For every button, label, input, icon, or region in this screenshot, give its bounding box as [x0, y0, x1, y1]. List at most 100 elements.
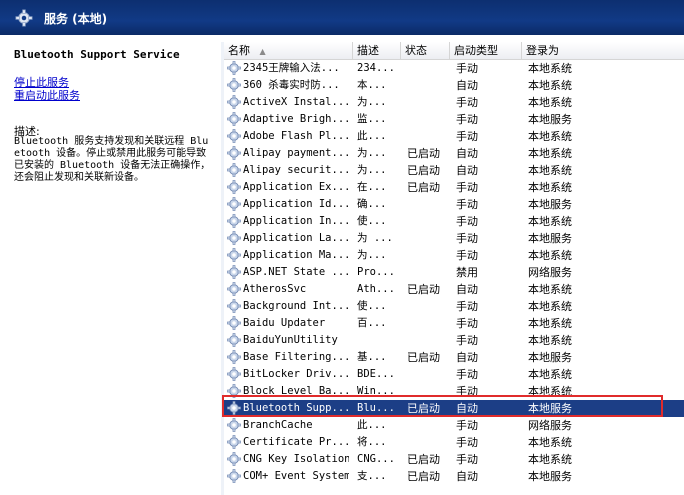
column-header-status[interactable]: 状态	[401, 42, 450, 59]
service-login-as: 本地系统	[528, 181, 572, 194]
service-desc: 在...	[357, 181, 387, 193]
restart-service-link[interactable]: 重启动此服务	[14, 87, 80, 103]
table-row[interactable]: Application Ma... 为... 手动 本地系统	[224, 247, 684, 264]
service-gear-icon	[227, 94, 243, 111]
service-desc	[357, 332, 401, 349]
service-status	[407, 434, 451, 451]
service-gear-icon	[227, 196, 243, 213]
service-desc: 百...	[357, 317, 387, 329]
table-row[interactable]: BranchCache 此... 手动 网络服务	[224, 417, 684, 434]
service-name: Base Filtering...	[243, 351, 349, 363]
service-status	[407, 196, 451, 213]
service-startup-type: 手动	[456, 181, 478, 194]
service-name: Alipay securit...	[243, 164, 349, 176]
service-gear-icon	[227, 230, 243, 247]
table-row[interactable]: Certificate Pr... 将... 手动 本地系统	[224, 434, 684, 451]
service-status	[407, 315, 451, 332]
service-gear-icon	[227, 451, 243, 468]
service-startup-type: 手动	[456, 317, 478, 330]
table-row[interactable]: Alipay securit... 为... 已启动 自动 本地系统	[224, 162, 684, 179]
service-desc: 为...	[357, 96, 387, 108]
table-row[interactable]: Background Int... 使... 手动 本地系统	[224, 298, 684, 315]
service-name: BaiduYunUtility	[243, 334, 338, 346]
service-status	[407, 264, 451, 281]
service-login-as: 本地系统	[528, 62, 572, 75]
service-name: Application La...	[243, 232, 349, 244]
table-row[interactable]: Application La... 为 ... 手动 本地服务	[224, 230, 684, 247]
service-gear-icon	[227, 315, 243, 332]
table-row[interactable]: Application Ex... 在... 已启动 手动 本地系统	[224, 179, 684, 196]
service-name: AtherosSvc	[243, 283, 307, 295]
service-startup-type: 手动	[456, 215, 478, 228]
service-name: Application Id...	[243, 198, 349, 210]
service-name: Certificate Pr...	[243, 436, 349, 448]
service-login-as: 本地系统	[528, 300, 572, 313]
service-startup-type: 手动	[456, 334, 478, 347]
service-desc: 此...	[357, 419, 387, 431]
table-row[interactable]: Application In... 使... 手动 本地系统	[224, 213, 684, 230]
service-gear-icon	[227, 264, 243, 281]
table-row[interactable]: ActiveX Instal... 为... 手动 本地系统	[224, 94, 684, 111]
service-desc: 将...	[357, 436, 387, 448]
service-startup-type: 手动	[456, 232, 478, 245]
service-status	[407, 417, 451, 434]
service-desc: BDE...	[357, 368, 395, 380]
table-row[interactable]: Base Filtering... 基... 已启动 自动 本地服务	[224, 349, 684, 366]
service-gear-icon	[227, 298, 243, 315]
service-status	[407, 230, 451, 247]
list-header: 名称 ▲ 描述 状态 启动类型 登录为	[224, 42, 684, 60]
service-startup-type: 自动	[456, 470, 478, 483]
table-row[interactable]: Adobe Flash Pl... 此... 手动 本地系统	[224, 128, 684, 145]
service-status: 已启动	[407, 164, 440, 177]
column-header-desc[interactable]: 描述	[353, 42, 401, 59]
table-row[interactable]: Baidu Updater 百... 手动 本地系统	[224, 315, 684, 332]
service-gear-icon	[227, 162, 243, 179]
service-name: Background Int...	[243, 300, 349, 312]
table-row[interactable]: CNG Key Isolation CNG... 已启动 手动 本地系统	[224, 451, 684, 468]
table-row[interactable]: 2345王牌输入法... 234... 手动 本地系统	[224, 60, 684, 77]
column-header-login[interactable]: 登录为	[522, 42, 684, 59]
service-status: 已启动	[407, 351, 440, 364]
services-list: 名称 ▲ 描述 状态 启动类型 登录为 2345王牌输入法... 234... 手动…	[224, 42, 684, 495]
table-row[interactable]: 360 杀毒实时防... 本... 自动 本地系统	[224, 77, 684, 94]
selection-highlight-box	[222, 395, 663, 417]
service-startup-type: 手动	[456, 198, 478, 211]
service-desc: 为...	[357, 147, 387, 159]
service-name: Adaptive Brigh...	[243, 113, 349, 125]
service-login-as: 本地服务	[528, 113, 572, 126]
table-row[interactable]: Application Id... 确... 手动 本地服务	[224, 196, 684, 213]
service-startup-type: 手动	[456, 113, 478, 126]
service-login-as: 本地系统	[528, 436, 572, 449]
service-startup-type: 自动	[456, 283, 478, 296]
service-login-as: 本地系统	[528, 317, 572, 330]
service-name: Application Ma...	[243, 249, 349, 261]
table-row[interactable]: AtherosSvc Ath... 已启动 自动 本地系统	[224, 281, 684, 298]
service-name: Application In...	[243, 215, 349, 227]
service-startup-type: 手动	[456, 453, 478, 466]
table-row[interactable]: BaiduYunUtility 手动 本地系统	[224, 332, 684, 349]
table-row[interactable]: ASP.NET State ... Pro... 禁用 网络服务	[224, 264, 684, 281]
service-startup-type: 自动	[456, 147, 478, 160]
service-detail-pane: Bluetooth Support Service 停止此服务 重启动此服务 描…	[0, 42, 221, 495]
service-startup-type: 手动	[456, 249, 478, 262]
table-row[interactable]: BitLocker Driv... BDE... 手动 本地系统	[224, 366, 684, 383]
table-row[interactable]: Alipay payment... 为... 已启动 自动 本地系统	[224, 145, 684, 162]
table-row[interactable]: COM+ Event System 支... 已启动 自动 本地服务	[224, 468, 684, 485]
service-gear-icon	[227, 349, 243, 366]
service-name: 2345王牌输入法...	[243, 62, 340, 74]
service-status	[407, 111, 451, 128]
service-desc: Pro...	[357, 266, 395, 278]
column-header-name[interactable]: 名称 ▲	[224, 42, 353, 59]
service-name: Application Ex...	[243, 181, 349, 193]
service-status	[407, 77, 451, 94]
service-gear-icon	[227, 77, 243, 94]
table-row[interactable]: Adaptive Brigh... 监... 手动 本地服务	[224, 111, 684, 128]
service-gear-icon	[227, 468, 243, 485]
column-header-startup[interactable]: 启动类型	[450, 42, 522, 59]
service-startup-type: 手动	[456, 300, 478, 313]
service-status	[407, 60, 451, 77]
service-desc: 为...	[357, 249, 387, 261]
service-status	[407, 247, 451, 264]
service-status: 已启动	[407, 453, 440, 466]
service-gear-icon	[227, 111, 243, 128]
